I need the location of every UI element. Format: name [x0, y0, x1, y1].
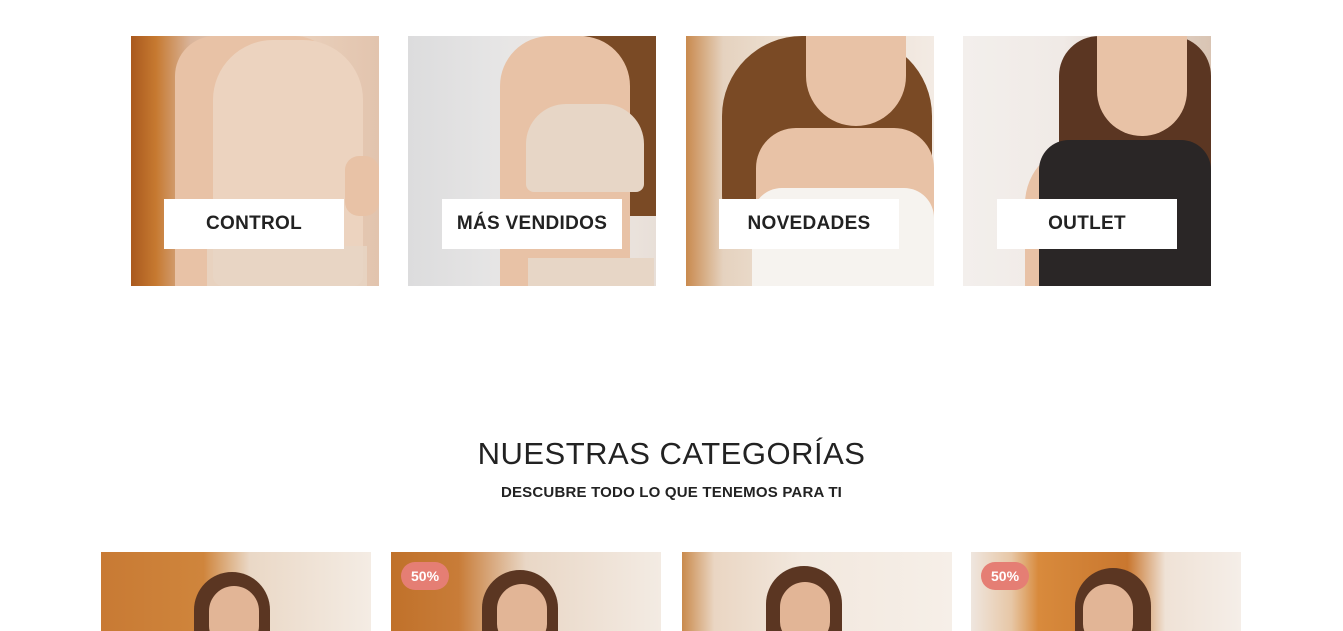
promo-tile-outlet[interactable]: OUTLET	[963, 36, 1211, 286]
promo-tile-novedades[interactable]: NOVEDADES	[686, 36, 934, 286]
category-card-image	[101, 552, 371, 631]
promo-tile-mas-vendidos[interactable]: MÁS VENDIDOS	[408, 36, 656, 286]
promo-label-control[interactable]: CONTROL	[164, 199, 344, 249]
promo-label-mas-vendidos[interactable]: MÁS VENDIDOS	[442, 199, 622, 249]
category-card[interactable]: 50%	[391, 552, 661, 631]
category-card-image	[682, 552, 952, 631]
promo-tile-control[interactable]: CONTROL	[131, 36, 379, 286]
discount-badge: 50%	[981, 562, 1030, 590]
section-subtitle: DESCUBRE TODO LO QUE TENEMOS PARA TI	[500, 484, 843, 501]
category-card[interactable]: 50%	[971, 552, 1241, 631]
category-card[interactable]	[101, 552, 371, 631]
discount-badge: 50%	[401, 562, 450, 590]
page: CONTROL MÁS VENDIDOS NOVEDADES OUTLET NU…	[0, 0, 1343, 631]
promo-label-outlet[interactable]: OUTLET	[997, 199, 1177, 249]
promo-label-novedades[interactable]: NOVEDADES	[719, 199, 899, 249]
category-card[interactable]	[682, 552, 952, 631]
section-title: NUESTRAS CATEGORÍAS	[477, 436, 866, 471]
